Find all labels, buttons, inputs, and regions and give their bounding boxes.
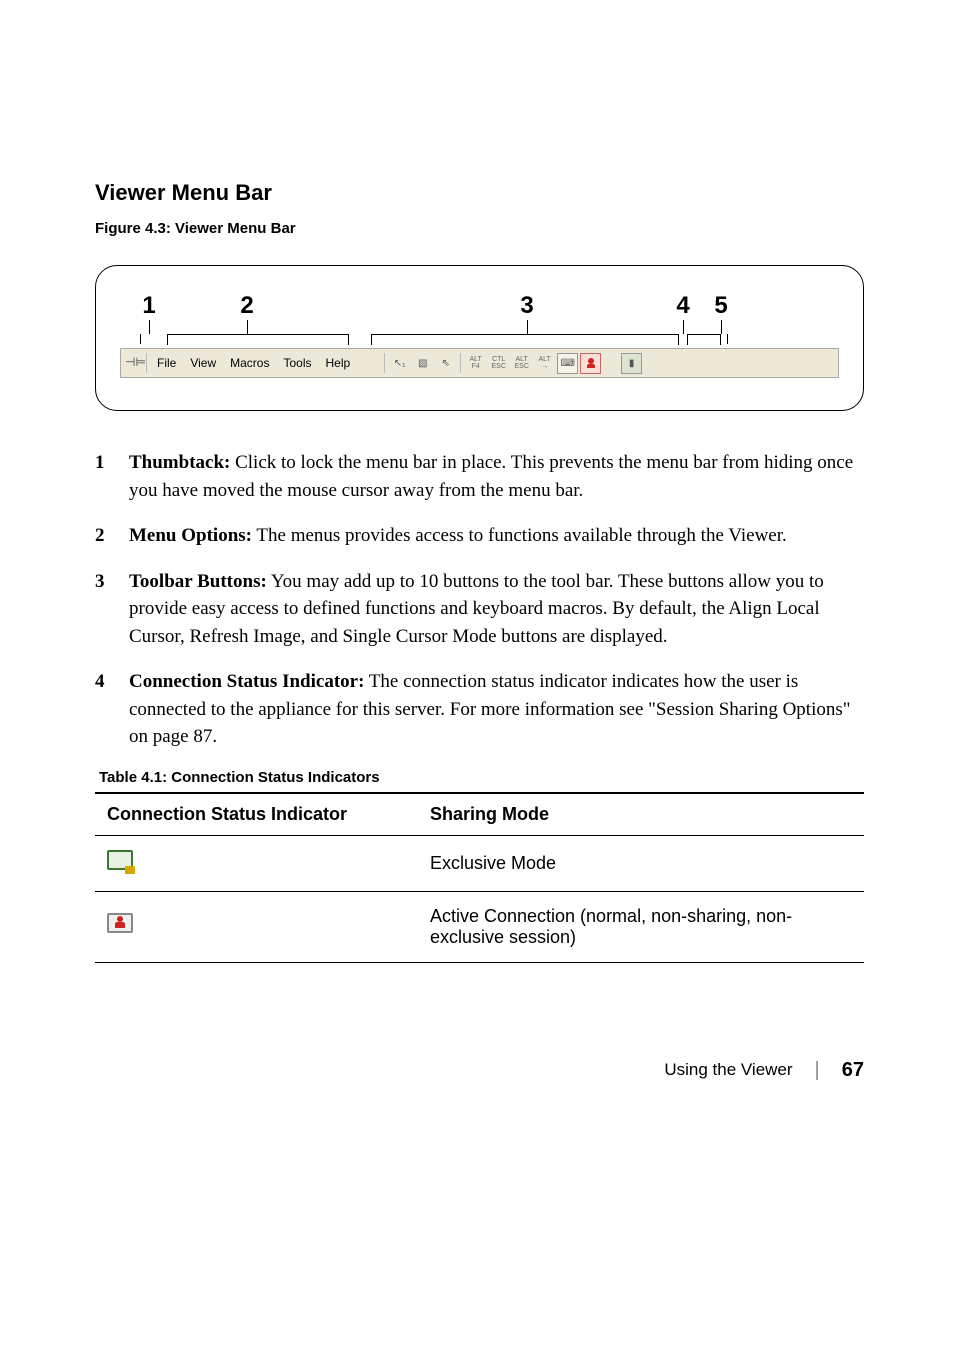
callout-2: 2 xyxy=(238,294,256,334)
list-item: 1 Thumbtack: Click to lock the menu bar … xyxy=(95,449,864,504)
callout-bracket-row xyxy=(120,334,839,346)
smartcard-icon[interactable]: ▮ xyxy=(621,353,642,374)
sharing-mode-cell: Exclusive Mode xyxy=(418,835,864,891)
footer-separator: | xyxy=(815,1059,820,1082)
macro-alt-arrow-icon[interactable]: ALT→ xyxy=(534,353,555,374)
list-item: 2 Menu Options: The menus provides acces… xyxy=(95,522,864,550)
list-number: 4 xyxy=(95,668,129,751)
list-item: 4 Connection Status Indicator: The conne… xyxy=(95,668,864,751)
list-lead: Menu Options: xyxy=(129,525,252,546)
sharing-mode-cell: Active Connection (normal, non-sharing, … xyxy=(418,891,864,962)
list-lead: Thumbtack: xyxy=(129,452,230,473)
menu-file[interactable]: File xyxy=(150,356,183,370)
numbered-list: 1 Thumbtack: Click to lock the menu bar … xyxy=(95,449,864,751)
viewer-menubar: ⊣⊨ File View Macros Tools Help ↖₁ ▧ ⇖ AL… xyxy=(120,348,839,378)
callout-1: 1 xyxy=(140,294,158,334)
menu-tools[interactable]: Tools xyxy=(276,356,318,370)
exclusive-mode-icon xyxy=(107,850,133,872)
callout-5: 5 xyxy=(712,294,730,334)
section-heading: Viewer Menu Bar xyxy=(95,180,864,206)
list-text: The menus provides access to functions a… xyxy=(252,525,787,546)
callout-4-label: 4 xyxy=(676,294,689,318)
active-connection-icon xyxy=(107,913,133,935)
table-header: Connection Status Indicator xyxy=(95,793,418,836)
footer-label: Using the Viewer xyxy=(664,1060,792,1080)
macro-alt-f4-icon[interactable]: ALTF4 xyxy=(465,353,486,374)
figure-caption: Figure 4.3: Viewer Menu Bar xyxy=(95,220,864,237)
list-item: 3 Toolbar Buttons: You may add up to 10 … xyxy=(95,568,864,651)
refresh-image-icon[interactable]: ▧ xyxy=(412,353,433,374)
callout-2-label: 2 xyxy=(240,294,253,318)
table-row: Active Connection (normal, non-sharing, … xyxy=(95,891,864,962)
list-number: 3 xyxy=(95,568,129,651)
macro-ctl-esc-icon[interactable]: CTLESC xyxy=(488,353,509,374)
single-cursor-icon[interactable]: ↖₁ xyxy=(389,353,410,374)
callout-4: 4 xyxy=(674,294,692,334)
menu-help[interactable]: Help xyxy=(319,356,358,370)
figure-frame: 1 2 3 4 5 xyxy=(95,265,864,411)
screen-icon[interactable]: ⌨ xyxy=(557,353,578,374)
list-lead: Connection Status Indicator: xyxy=(129,671,364,692)
list-number: 2 xyxy=(95,522,129,550)
callout-number-row: 1 2 3 4 5 xyxy=(120,294,839,334)
status-indicator-cell xyxy=(95,835,418,891)
list-text: Click to lock the menu bar in place. Thi… xyxy=(129,452,853,501)
connection-status-icon[interactable] xyxy=(580,353,601,374)
list-number: 1 xyxy=(95,449,129,504)
list-lead: Toolbar Buttons: xyxy=(129,571,267,592)
menu-view[interactable]: View xyxy=(183,356,223,370)
callout-1-label: 1 xyxy=(142,294,155,318)
table-row: Exclusive Mode xyxy=(95,835,864,891)
status-table: Connection Status Indicator Sharing Mode… xyxy=(95,792,864,963)
table-caption: Table 4.1: Connection Status Indicators xyxy=(99,769,864,786)
menu-macros[interactable]: Macros xyxy=(223,356,276,370)
callout-3: 3 xyxy=(518,294,536,334)
align-cursor-icon[interactable]: ⇖ xyxy=(435,353,456,374)
page-footer: Using the Viewer | 67 xyxy=(95,1059,864,1082)
page-number: 67 xyxy=(842,1059,864,1082)
status-indicator-cell xyxy=(95,891,418,962)
callout-3-label: 3 xyxy=(520,294,533,318)
callout-5-label: 5 xyxy=(714,294,727,318)
macro-alt-esc-icon[interactable]: ALTESC xyxy=(511,353,532,374)
table-header: Sharing Mode xyxy=(418,793,864,836)
thumbtack-icon[interactable]: ⊣⊨ xyxy=(125,355,141,371)
